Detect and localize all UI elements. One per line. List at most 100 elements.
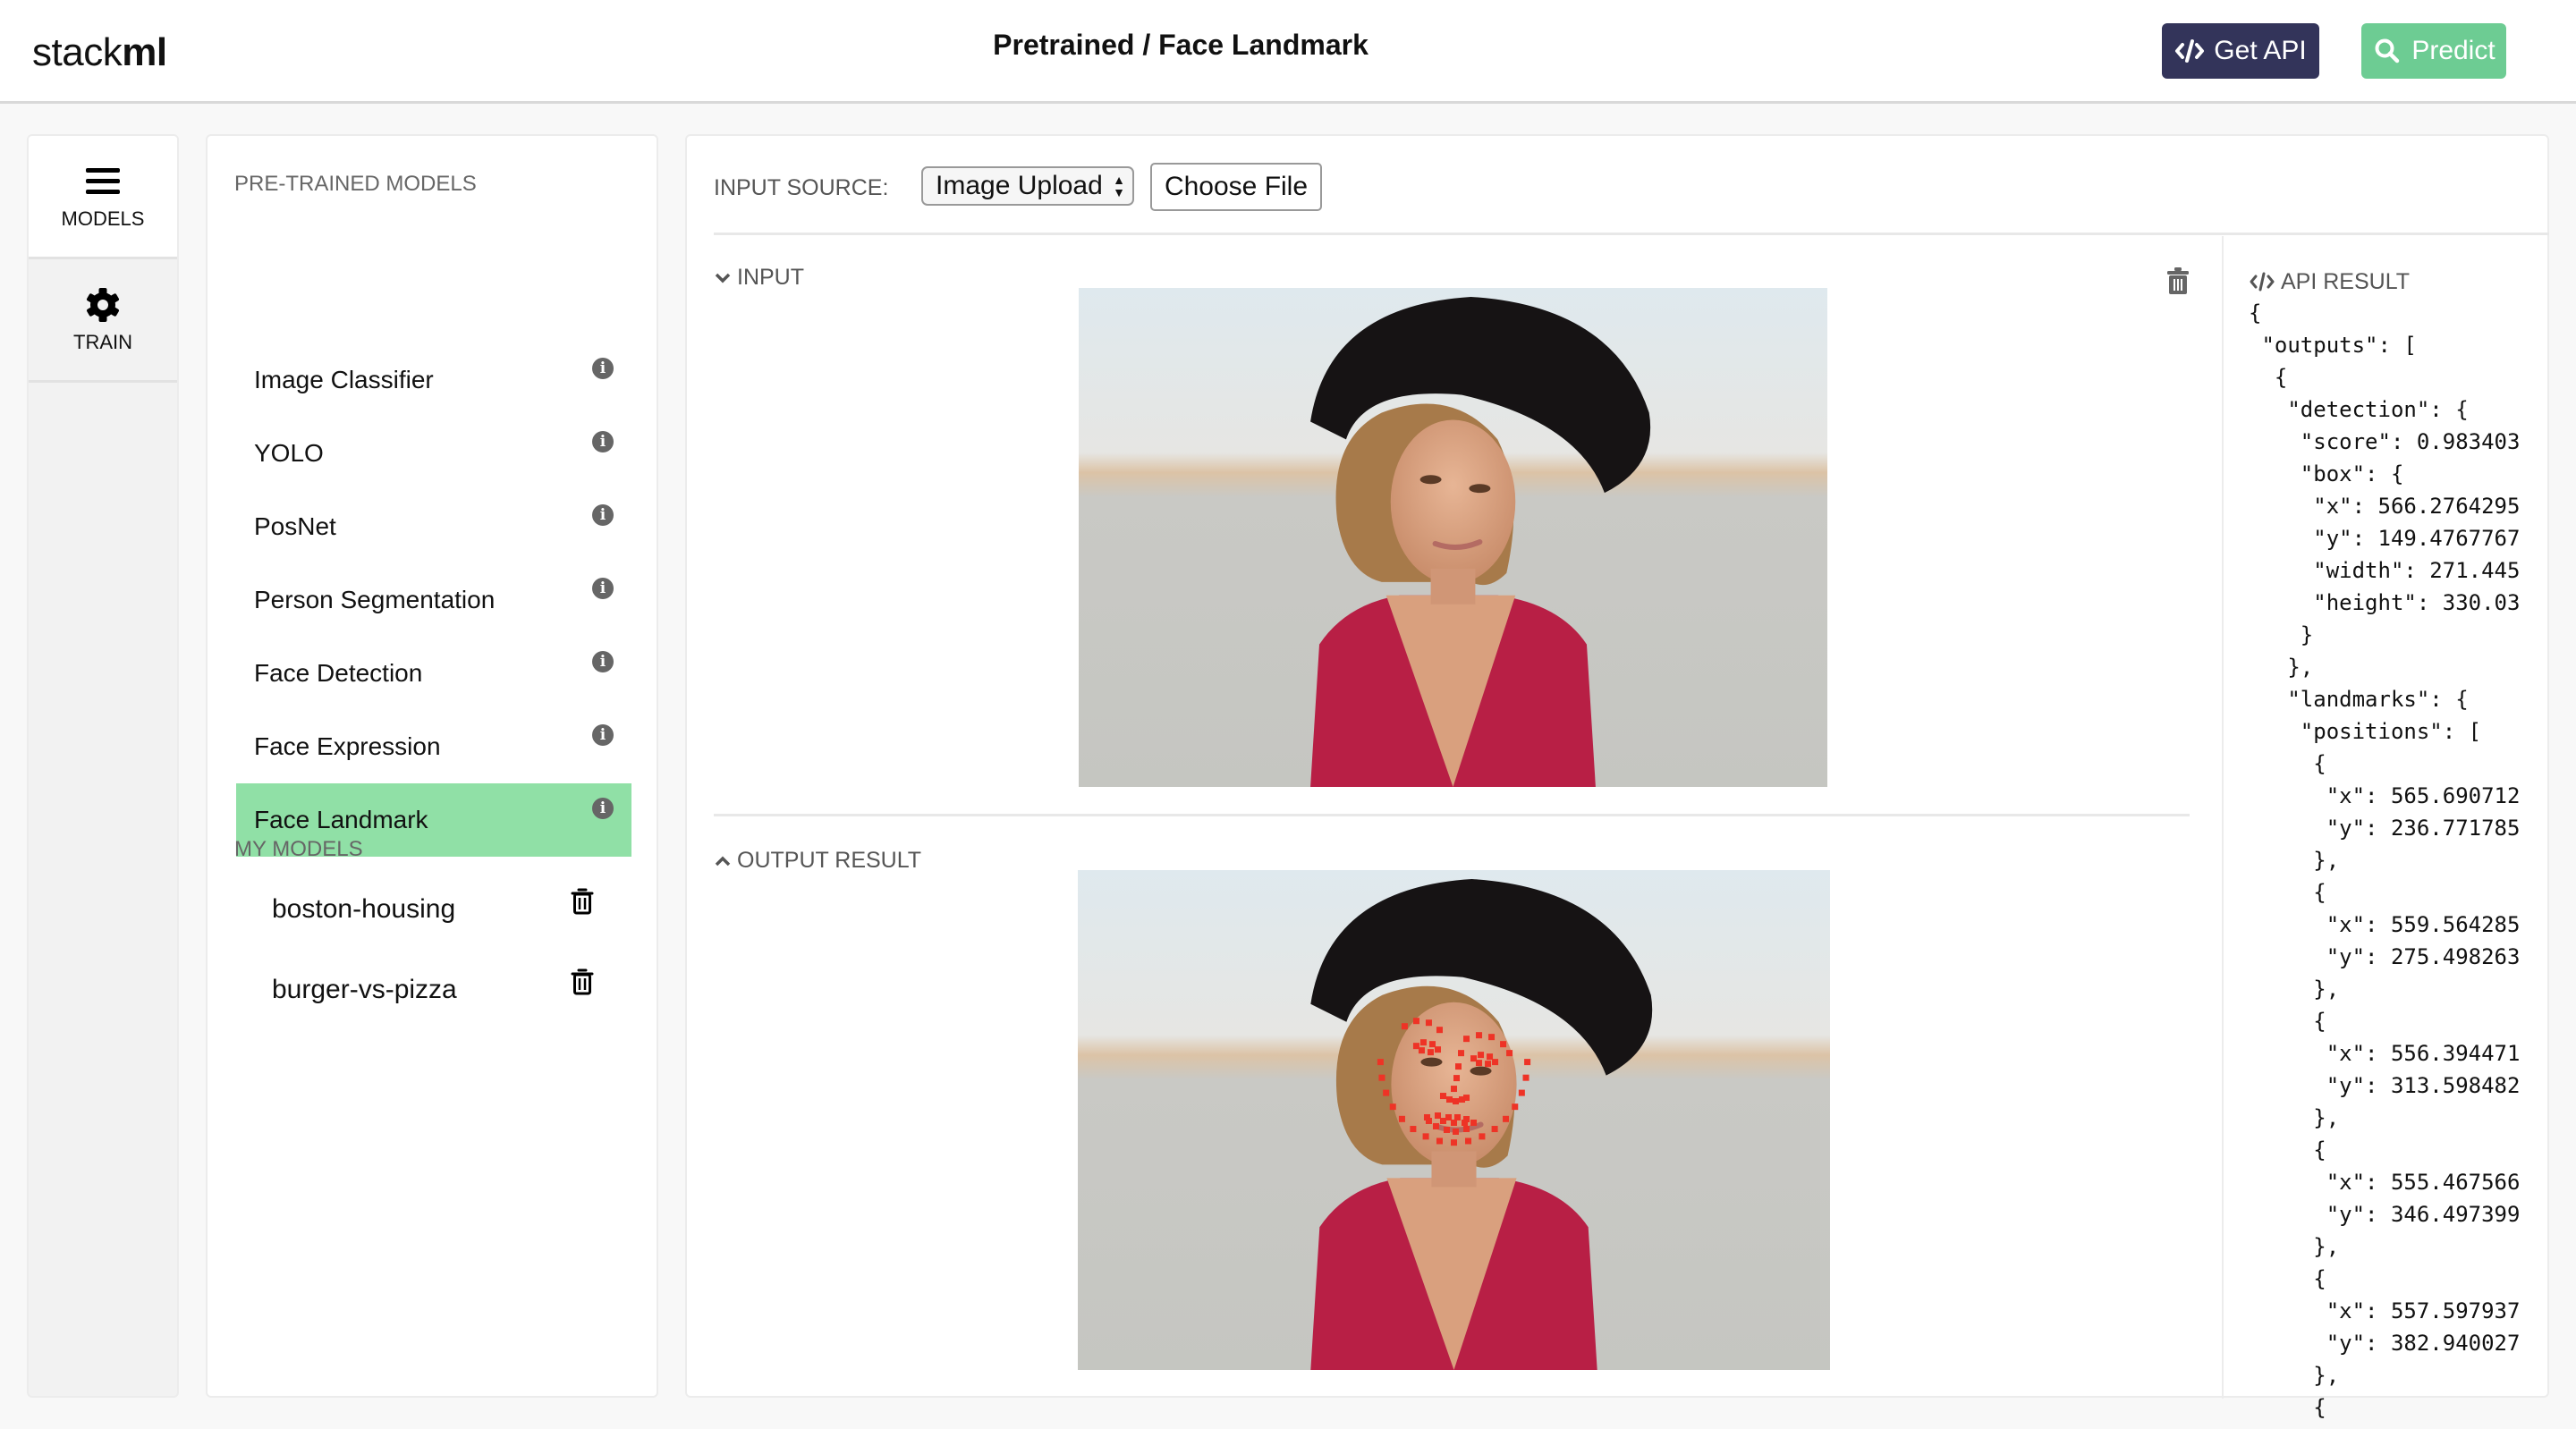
- landmark-point: [1453, 1075, 1461, 1082]
- landmark-point: [1452, 1098, 1460, 1105]
- divider: [714, 814, 2190, 816]
- landmark-point: [1398, 1115, 1405, 1122]
- info-icon[interactable]: i: [592, 358, 614, 379]
- landmark-point: [1463, 1125, 1470, 1132]
- model-item-posnet[interactable]: PosNet i: [236, 490, 631, 563]
- pretrained-model-list: Image Classifier i YOLO i PosNet i Person S…: [236, 343, 631, 857]
- output-section-label: OUTPUT RESULT: [737, 848, 922, 873]
- trash-icon[interactable]: [571, 887, 594, 916]
- api-result-line: },: [2249, 848, 2340, 873]
- input-section-label: INPUT: [737, 265, 804, 290]
- api-result-line: "x": 557.597937: [2249, 1298, 2521, 1323]
- info-icon[interactable]: i: [592, 798, 614, 819]
- info-icon[interactable]: i: [592, 431, 614, 452]
- page-title: Pretrained / Face Landmark: [993, 29, 1368, 61]
- nav-item-models[interactable]: MODELS: [29, 136, 177, 259]
- landmark-point: [1410, 1126, 1417, 1133]
- landmark-point: [1503, 1115, 1510, 1122]
- landmark-point: [1422, 1133, 1429, 1140]
- input-image: [1079, 288, 1827, 787]
- api-result-line: "score": 0.983403: [2249, 429, 2521, 454]
- landmark-point: [1512, 1103, 1519, 1111]
- landmark-point: [1522, 1074, 1530, 1081]
- landmark-point: [1445, 1096, 1453, 1103]
- info-icon[interactable]: i: [592, 504, 614, 526]
- landmark-point: [1439, 1118, 1446, 1124]
- landmark-point: [1445, 1114, 1452, 1120]
- model-item-person-segmentation[interactable]: Person Segmentation i: [236, 563, 631, 637]
- landmark-point: [1465, 1137, 1472, 1145]
- api-result-line: }: [2249, 622, 2314, 647]
- info-icon[interactable]: i: [592, 578, 614, 599]
- api-result-line: {: [2249, 1137, 2326, 1163]
- api-result-line: "landmarks": {: [2249, 687, 2469, 712]
- api-result-line: "width": 271.445: [2249, 558, 2521, 583]
- api-result-line: "x": 565.690712: [2249, 783, 2521, 808]
- landmark-point: [1458, 1050, 1465, 1057]
- select-arrows-icon: ▲ ▼: [1113, 173, 1125, 199]
- landmark-point: [1450, 1139, 1458, 1146]
- divider: [714, 233, 2549, 235]
- landmark-point: [1518, 1089, 1525, 1096]
- api-result-line: },: [2249, 655, 2314, 680]
- my-model-item-boston-housing[interactable]: boston-housing: [272, 869, 630, 950]
- landmark-point: [1450, 1086, 1458, 1093]
- landmark-point: [1434, 1112, 1441, 1120]
- api-result-line: "y": 275.498263: [2249, 944, 2521, 969]
- get-api-button[interactable]: Get API: [2162, 23, 2319, 79]
- model-item-image-classifier[interactable]: Image Classifier i: [236, 343, 631, 417]
- landmark-point: [1389, 1103, 1396, 1111]
- api-result-line: "x": 556.394471: [2249, 1041, 2521, 1066]
- nav-label-train: TRAIN: [73, 330, 132, 353]
- landmark-point: [1476, 1060, 1483, 1067]
- api-result-line: "positions": [: [2249, 719, 2482, 744]
- model-item-face-detection[interactable]: Face Detection i: [236, 637, 631, 710]
- landmark-point: [1412, 1018, 1419, 1025]
- landmark-point: [1450, 1120, 1458, 1126]
- model-label: Image Classifier: [254, 366, 434, 393]
- model-item-face-expression[interactable]: Face Expression i: [236, 710, 631, 783]
- api-result-line: },: [2249, 1234, 2340, 1259]
- landmark-point: [1378, 1074, 1385, 1081]
- api-result-line: {: [2249, 1009, 2326, 1034]
- landmark-point: [1452, 1128, 1460, 1135]
- landmark-point: [1476, 1032, 1483, 1039]
- input-source-label: INPUT SOURCE:: [714, 175, 889, 200]
- pretrained-models-heading: PRE-TRAINED MODELS: [234, 172, 477, 196]
- code-icon: [2250, 272, 2275, 292]
- api-result-line: {: [2249, 880, 2326, 905]
- model-label: Face Landmark: [254, 806, 428, 833]
- input-source-select[interactable]: Image Upload ▲ ▼: [921, 166, 1134, 206]
- api-result-line: {: [2249, 365, 2288, 390]
- predict-button[interactable]: Predict: [2361, 23, 2506, 79]
- landmark-point: [1436, 1137, 1443, 1145]
- output-section-toggle[interactable]: OUTPUT RESULT: [714, 848, 921, 874]
- landmark-point: [1470, 1055, 1478, 1062]
- api-result-line: {: [2249, 1266, 2326, 1291]
- api-result-line: "detection": {: [2249, 397, 2469, 422]
- my-models-heading: MY MODELS: [234, 837, 363, 861]
- nav-item-train[interactable]: TRAIN: [29, 259, 177, 383]
- model-item-yolo[interactable]: YOLO i: [236, 417, 631, 490]
- landmark-point: [1463, 1095, 1470, 1102]
- landmark-point: [1425, 1118, 1432, 1124]
- vertical-divider: [2222, 236, 2224, 1399]
- landmark-point: [1491, 1126, 1498, 1133]
- info-icon[interactable]: i: [592, 651, 614, 672]
- model-label: YOLO: [254, 439, 324, 467]
- choose-file-button[interactable]: Choose File: [1150, 163, 1322, 211]
- landmark-point: [1419, 1039, 1427, 1046]
- output-image: [1078, 870, 1830, 1370]
- info-icon[interactable]: i: [592, 724, 614, 746]
- api-result-title: API RESULT: [2281, 268, 2411, 294]
- landmark-point: [1434, 1046, 1441, 1053]
- chevron-down-icon: [715, 273, 731, 283]
- landmark-point: [1425, 1019, 1432, 1027]
- trash-icon[interactable]: [571, 968, 594, 996]
- my-model-item-burger-vs-pizza[interactable]: burger-vs-pizza: [272, 950, 630, 1030]
- input-source-value: Image Upload: [936, 171, 1103, 200]
- get-api-label: Get API: [2214, 36, 2307, 65]
- landmark-point: [1506, 1050, 1513, 1057]
- clear-input-trash-icon[interactable]: [2166, 266, 2190, 295]
- input-section-toggle[interactable]: INPUT: [714, 265, 804, 291]
